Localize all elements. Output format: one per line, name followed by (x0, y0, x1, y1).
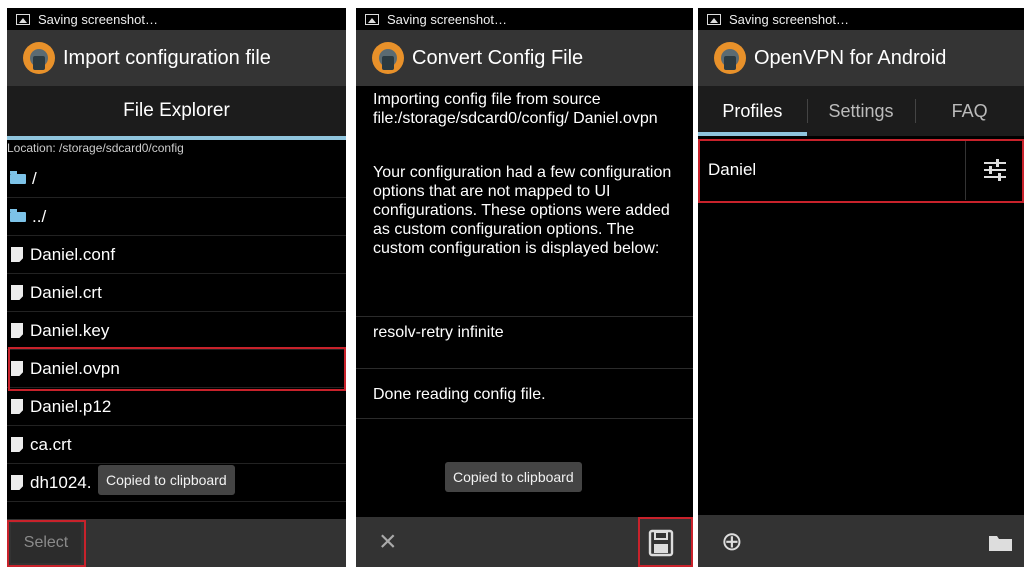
file-row-ca-crt[interactable]: ca.crt (7, 426, 346, 464)
file-name: / (32, 168, 37, 188)
screenshot-icon (707, 13, 721, 25)
page-title: Convert Config File (412, 46, 584, 69)
divider (356, 368, 693, 369)
screenshot-icon (365, 13, 379, 25)
divider (356, 316, 693, 317)
add-profile-icon[interactable]: ⊕ (721, 526, 743, 557)
status-text: Saving screenshot… (729, 11, 849, 27)
status-bar: Saving screenshot… (698, 8, 1024, 30)
folder-icon[interactable] (988, 533, 1014, 553)
header-divider (7, 136, 346, 140)
tab-faq[interactable]: FAQ (915, 86, 1024, 136)
import-message: Importing config file from source file:/… (373, 91, 658, 127)
custom-option-line: resolv-retry infinite (373, 324, 504, 341)
file-icon (11, 437, 23, 452)
clipboard-toast: Copied to clipboard (98, 465, 235, 495)
page-title: Import configuration file (63, 46, 271, 69)
file-row-daniel-crt[interactable]: Daniel.crt (7, 274, 346, 312)
file-name: ca.crt (30, 434, 72, 454)
status-text: Saving screenshot… (387, 11, 507, 27)
clipboard-toast: Copied to clipboard (445, 462, 582, 492)
file-icon (11, 247, 23, 262)
action-bar: OpenVPN for Android (698, 30, 1024, 86)
file-row-daniel-conf[interactable]: Daniel.conf (7, 236, 346, 274)
action-bar: Import configuration file (7, 30, 346, 86)
file-icon (11, 399, 23, 414)
profile-row-highlight (698, 139, 1024, 203)
file-icon (11, 475, 23, 490)
file-icon (11, 323, 23, 338)
selected-file-highlight (8, 347, 346, 391)
openvpn-main-screen: Saving screenshot… OpenVPN for Android P… (698, 8, 1024, 567)
custom-options-notice: Your configuration had a few configurati… (373, 164, 672, 257)
openvpn-logo-icon (372, 42, 404, 74)
select-button-highlight (7, 520, 86, 567)
save-button-highlight (638, 517, 693, 567)
folder-icon (10, 208, 26, 222)
status-text: Saving screenshot… (38, 11, 158, 27)
page-title: OpenVPN for Android (754, 46, 947, 69)
openvpn-logo-icon (23, 42, 55, 74)
openvpn-logo-icon (714, 42, 746, 74)
tab-profiles[interactable]: Profiles (698, 86, 807, 136)
file-name: dh1024. (30, 472, 92, 492)
done-message: Done reading config file. (373, 386, 546, 403)
status-bar: Saving screenshot… (356, 8, 693, 30)
file-name: Daniel.p12 (30, 396, 112, 416)
bottom-bar (698, 515, 1024, 567)
tab-settings[interactable]: Settings (806, 86, 916, 136)
file-row-parent[interactable]: ../ (7, 198, 346, 236)
file-explorer-header: File Explorer (7, 86, 346, 136)
divider (356, 418, 693, 419)
file-row-daniel-key[interactable]: Daniel.key (7, 312, 346, 350)
location-path: Location: /storage/sdcard0/config (7, 141, 184, 155)
convert-config-screen: Saving screenshot… Convert Config File I… (356, 8, 693, 567)
file-name: Daniel.key (30, 320, 110, 340)
file-icon (11, 285, 23, 300)
folder-icon (10, 170, 26, 184)
action-bar: Convert Config File (356, 30, 693, 86)
import-config-screen: Saving screenshot… Import configuration … (7, 8, 346, 567)
status-bar: Saving screenshot… (7, 8, 346, 30)
file-name: Daniel.crt (30, 282, 102, 302)
cancel-icon[interactable]: × (379, 525, 397, 559)
screenshot-icon (16, 13, 30, 25)
tab-bar: Profiles Settings FAQ (698, 86, 1024, 136)
file-name: ../ (32, 206, 47, 226)
file-name: Daniel.conf (30, 244, 116, 264)
file-row-daniel-p12[interactable]: Daniel.p12 (7, 388, 346, 426)
file-row-root[interactable]: / (7, 160, 346, 198)
